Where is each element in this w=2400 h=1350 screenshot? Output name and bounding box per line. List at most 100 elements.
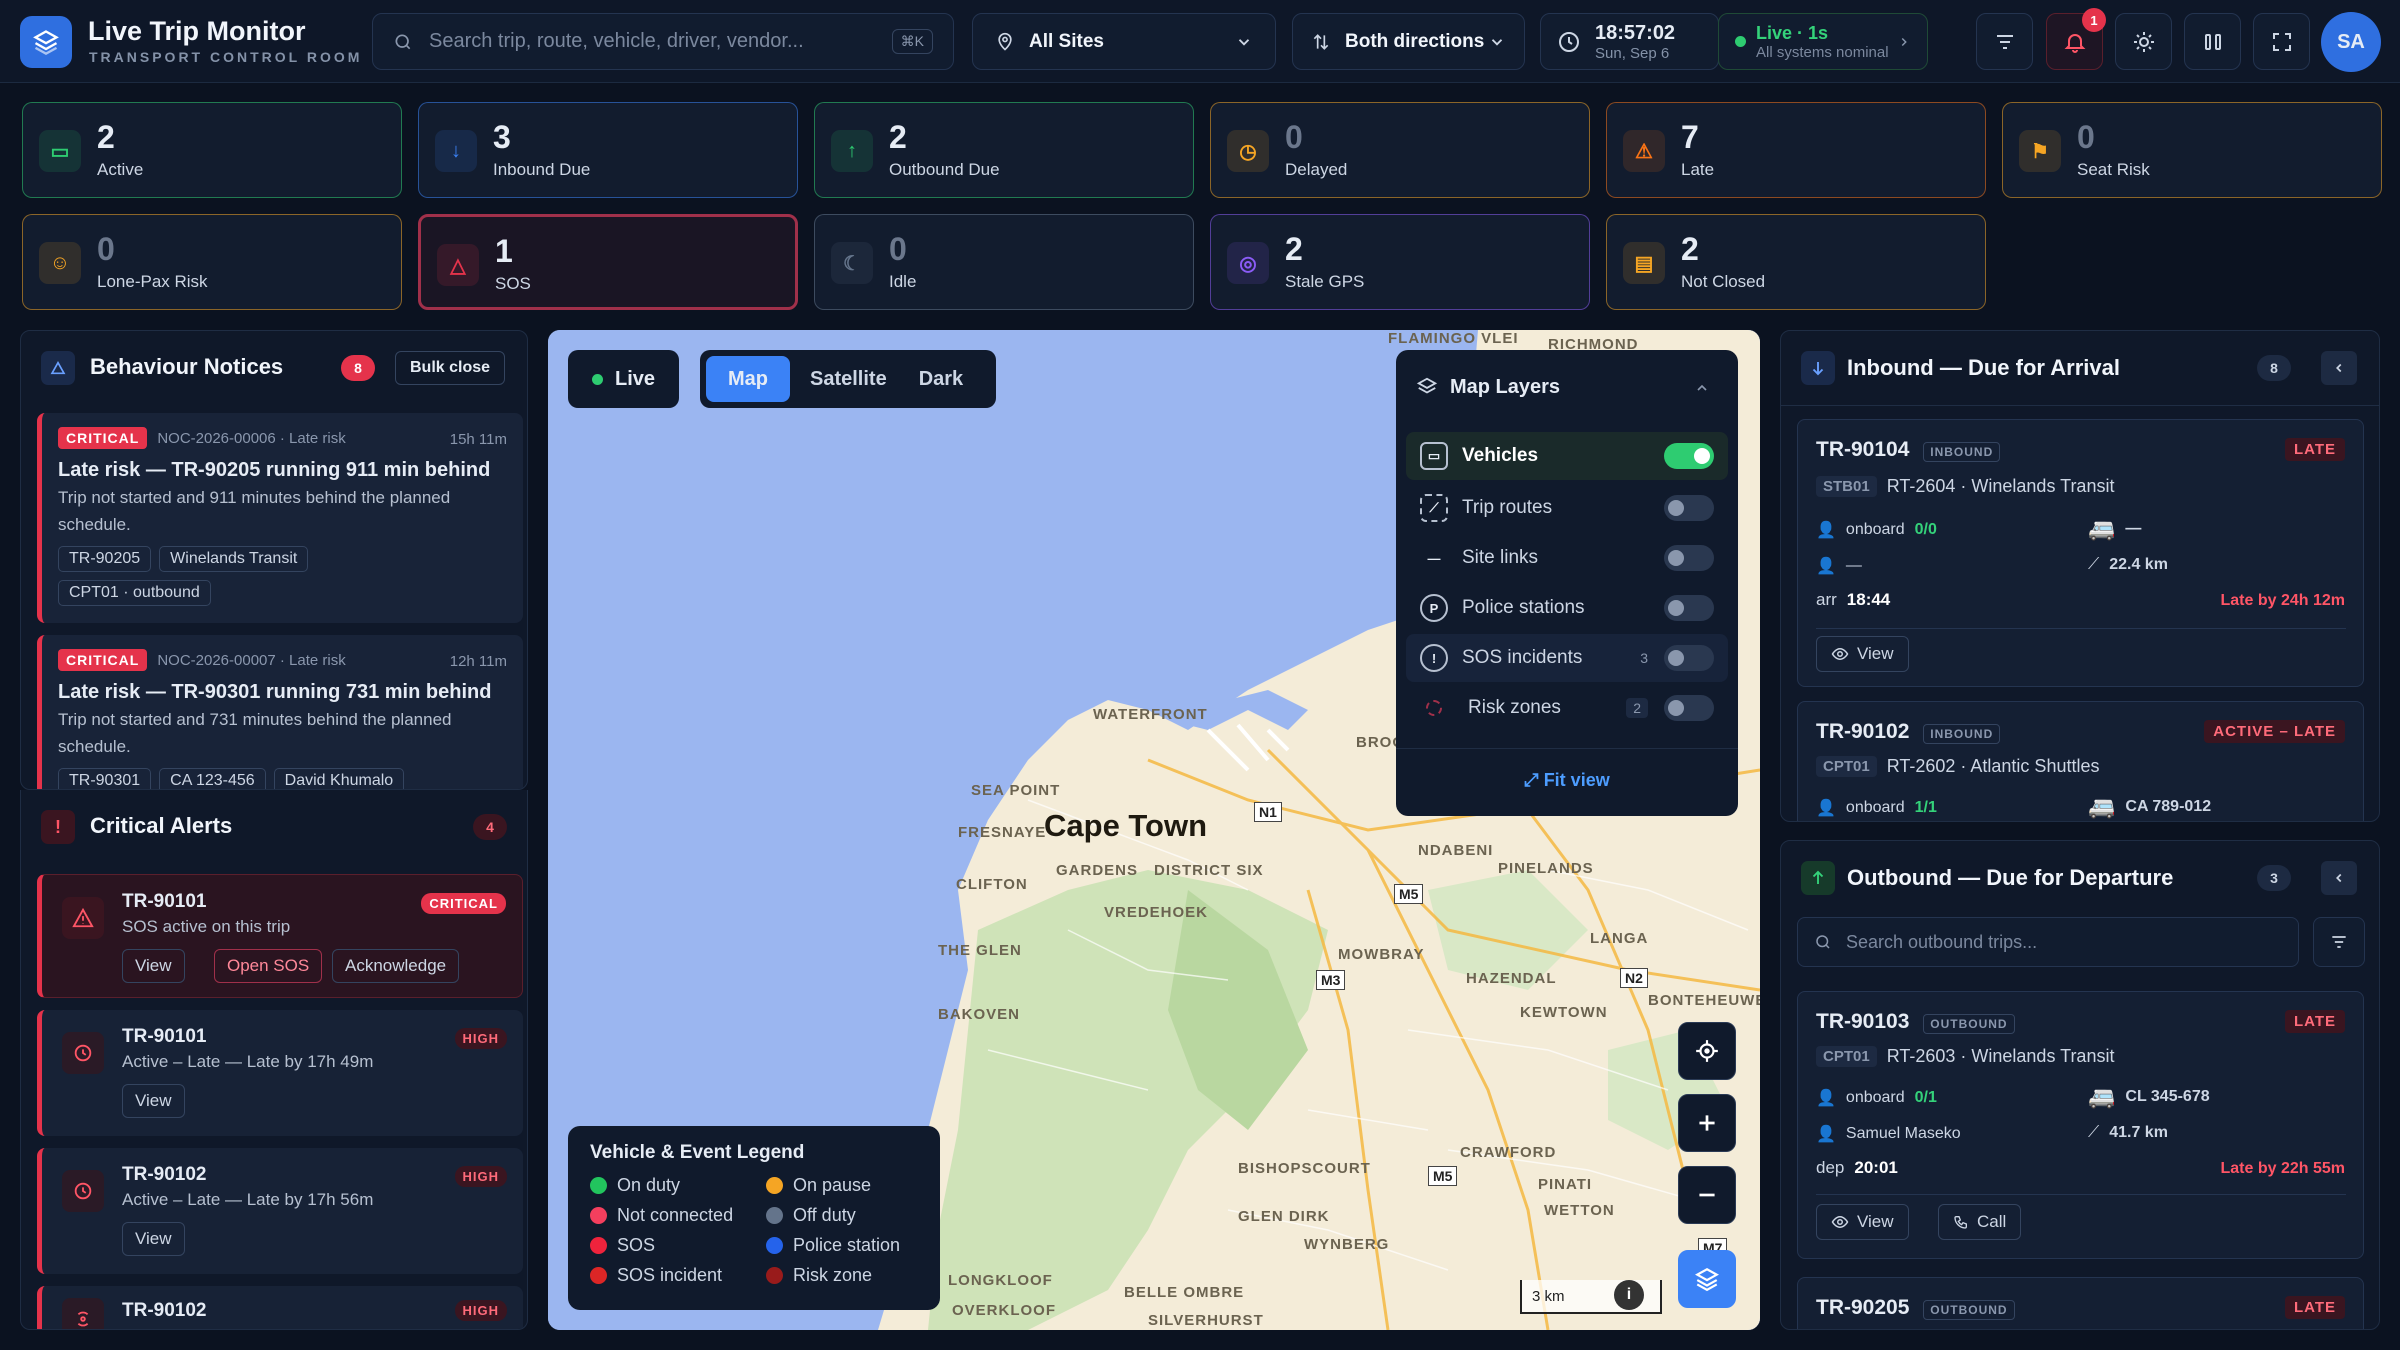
global-search[interactable]: Search trip, route, vehicle, driver, ven…: [372, 13, 954, 70]
legend-item: SOS: [590, 1230, 766, 1260]
view-button[interactable]: View: [1816, 636, 1909, 672]
alert-card[interactable]: TR-90102 Active – Late — Late by 17h 56m…: [37, 1148, 523, 1274]
notice-chip-trip[interactable]: TR-90205: [58, 546, 152, 572]
tab-satellite[interactable]: Satellite: [790, 356, 907, 402]
outbound-title: Outbound — Due for Departure: [1847, 865, 2174, 890]
zoom-out-button[interactable]: [1678, 1166, 1736, 1224]
layer-toggle[interactable]: [1664, 595, 1714, 621]
fit-view-button[interactable]: ⤢ Fit view: [1396, 770, 1738, 791]
tab-map[interactable]: Map: [706, 356, 790, 402]
kpi-card-inbound-due[interactable]: ↓ 3 Inbound Due: [418, 102, 798, 198]
kpi-card-sos[interactable]: △ 1 SOS: [418, 214, 798, 310]
live-status[interactable]: Live · 1s All systems nominal: [1718, 13, 1928, 70]
risk-zone-icon: [1426, 700, 1442, 716]
kpi-card-outbound-due[interactable]: ↑ 2 Outbound Due: [814, 102, 1194, 198]
trip-card[interactable]: TR-90102 INBOUND ACTIVE – LATE CPT01 RT-2…: [1797, 701, 2364, 821]
direction-select[interactable]: Both directions: [1292, 13, 1525, 70]
notice-chip-trip[interactable]: TR-90301: [58, 768, 152, 789]
view-button[interactable]: View: [122, 1222, 185, 1256]
legend-swatch: [590, 1266, 607, 1284]
layer-site-links[interactable]: — Site links: [1406, 534, 1728, 582]
zoom-in-button[interactable]: [1678, 1094, 1736, 1152]
notice-chip-vendor[interactable]: Winelands Transit: [159, 546, 309, 572]
notification-count: 1: [2082, 8, 2106, 32]
person-icon: 👤: [1816, 1090, 1836, 1107]
legend-item: On duty: [590, 1170, 766, 1200]
acknowledge-button[interactable]: Acknowledge: [332, 949, 460, 983]
app-logo[interactable]: [20, 16, 72, 68]
view-button[interactable]: View: [1816, 1204, 1909, 1240]
kpi-label: Inbound Due: [493, 160, 591, 179]
collapse-button[interactable]: [2321, 861, 2357, 895]
trip-card[interactable]: TR-90205 OUTBOUND LATE: [1797, 1277, 2364, 1329]
kpi-card-delayed[interactable]: ◷ 0 Delayed: [1210, 102, 1590, 198]
driver-name: —: [1845, 557, 1862, 574]
theme-toggle-button[interactable]: [2115, 13, 2172, 70]
tab-dark[interactable]: Dark: [907, 356, 975, 402]
kpi-card-active[interactable]: ▭ 2 Active: [22, 102, 402, 198]
outbound-filter-button[interactable]: [2313, 917, 2365, 967]
kpi-card-idle[interactable]: ☾ 0 Idle: [814, 214, 1194, 310]
map-place-label: LANGA: [1590, 930, 1649, 947]
trip-id: TR-90103 OUTBOUND: [1816, 1010, 2015, 1034]
layer-toggle[interactable]: [1664, 695, 1714, 721]
filter-button[interactable]: [1976, 13, 2033, 70]
locate-button[interactable]: [1678, 1022, 1736, 1080]
view-button[interactable]: View: [122, 1084, 185, 1118]
layers-toggle-button[interactable]: [1678, 1250, 1736, 1308]
app-title: Live Trip Monitor: [88, 16, 306, 46]
sites-select[interactable]: All Sites: [972, 13, 1276, 70]
layer-trip-routes[interactable]: ⟋ Trip routes: [1406, 484, 1728, 532]
trip-card[interactable]: TR-90104 INBOUND LATE STB01 RT-2604 · Win…: [1797, 419, 2364, 687]
notice-chip-driver[interactable]: David Khumalo: [273, 768, 405, 789]
call-button[interactable]: Call: [1938, 1204, 2022, 1240]
layer-toggle[interactable]: [1664, 545, 1714, 571]
kpi-card-lone-pax-risk[interactable]: ☺ 0 Lone-Pax Risk: [22, 214, 402, 310]
exclamation-icon: !: [1420, 644, 1448, 672]
alert-summary: SOS active on this trip: [122, 917, 291, 936]
open-sos-button[interactable]: Open SOS: [214, 949, 323, 983]
kpi-card-late[interactable]: ⚠ 7 Late: [1606, 102, 1986, 198]
fullscreen-button[interactable]: [2253, 13, 2310, 70]
alert-card[interactable]: TR-90102 HIGH: [37, 1286, 523, 1329]
map-place-label: HAZENDAL: [1466, 970, 1557, 987]
kpi-label: Lone-Pax Risk: [97, 272, 208, 291]
trip-card[interactable]: TR-90103 OUTBOUND LATE CPT01 RT-2603 · Wi…: [1797, 991, 2364, 1259]
layer-risk-zones[interactable]: Risk zones 2: [1406, 684, 1728, 732]
kpi-card-seat-risk[interactable]: ⚑ 0 Seat Risk: [2002, 102, 2382, 198]
user-avatar[interactable]: SA: [2321, 12, 2381, 72]
layers-icon: [33, 30, 59, 56]
distance-icon: ⟋: [2088, 556, 2100, 573]
bulk-close-button[interactable]: Bulk close: [395, 351, 506, 385]
layer-toggle[interactable]: [1664, 443, 1714, 469]
layer-toggle[interactable]: [1664, 495, 1714, 521]
top-bar: Live Trip Monitor TRANSPORT CONTROL ROOM…: [0, 0, 2400, 83]
kpi-icon: ▭: [39, 130, 81, 172]
outbound-search-input[interactable]: Search outbound trips...: [1797, 917, 2299, 967]
layer-vehicles[interactable]: ▭ Vehicles: [1406, 432, 1728, 480]
notifications-button[interactable]: 1: [2046, 8, 2106, 70]
layer-police-stations[interactable]: P Police stations: [1406, 584, 1728, 632]
notice-chip-site[interactable]: CPT01 · outbound: [58, 580, 211, 606]
driver-name: Samuel Maseko: [1845, 1125, 1961, 1142]
search-placeholder: Search trip, route, vehicle, driver, ven…: [429, 30, 804, 52]
layer-sos-incidents[interactable]: ! SOS incidents 3: [1406, 634, 1728, 682]
alert-card[interactable]: TR-90101 Active – Late — Late by 17h 49m…: [37, 1010, 523, 1136]
kpi-card-not-closed[interactable]: ▤ 2 Not Closed: [1606, 214, 1986, 310]
collapse-button[interactable]: [2321, 351, 2357, 385]
chevron-up-icon[interactable]: [1694, 380, 1710, 396]
columns-button[interactable]: [2184, 13, 2241, 70]
kpi-value: 0: [889, 231, 907, 267]
map-info-icon[interactable]: i: [1614, 1280, 1644, 1310]
notice-card[interactable]: CRITICAL NOC-2026-00007 · Late risk 12h 1…: [37, 635, 523, 789]
layer-label: Trip routes: [1462, 497, 1553, 518]
kpi-card-stale-gps[interactable]: ◎ 2 Stale GPS: [1210, 214, 1590, 310]
notice-card[interactable]: CRITICAL NOC-2026-00006 · Late risk 15h 1…: [37, 413, 523, 623]
alert-card[interactable]: TR-90101 SOS active on this trip CRITICA…: [37, 874, 523, 998]
live-map[interactable]: FLAMINGO VLEI RICHMOND WATERFRONT SEA PO…: [548, 330, 1760, 1330]
direction-badge: INBOUND: [1923, 724, 2001, 744]
alert-level: HIGH: [454, 1028, 507, 1049]
notice-chip-vehicle[interactable]: CA 123-456: [159, 768, 266, 789]
view-button[interactable]: View: [122, 949, 185, 983]
layer-toggle[interactable]: [1664, 645, 1714, 671]
